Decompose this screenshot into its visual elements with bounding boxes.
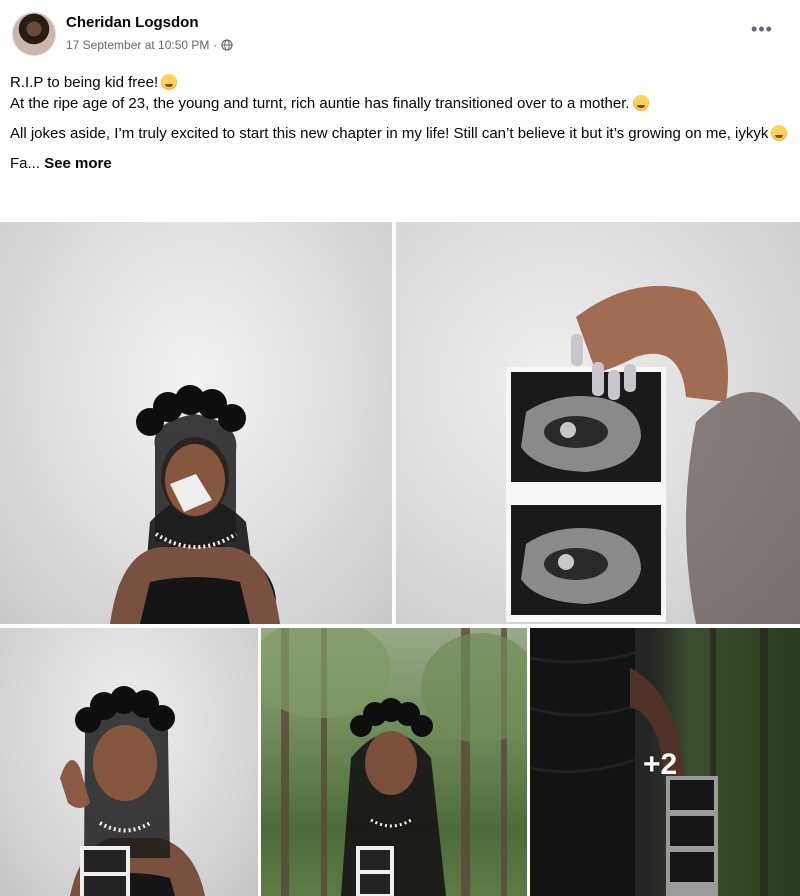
post-line-1: R.I.P to being kid free! bbox=[10, 74, 159, 91]
author-name[interactable]: Cheridan Logsdon bbox=[66, 14, 199, 31]
photo-1-illustration bbox=[110, 385, 280, 624]
globe-icon bbox=[221, 39, 234, 51]
post-header: Cheridan Logsdon 17 September at 10:50 P… bbox=[0, 0, 800, 64]
photo-woman-with-ultrasound[interactable] bbox=[0, 628, 258, 896]
more-photos-count[interactable]: +2 bbox=[643, 748, 677, 782]
photo-woman-veil-forest[interactable] bbox=[261, 628, 527, 896]
post-line-2: At the ripe age of 23, the young and tur… bbox=[10, 95, 630, 112]
photo-woman-crying-veil[interactable] bbox=[0, 222, 392, 624]
meta-separator: · bbox=[213, 38, 218, 52]
photo-3-illustration bbox=[60, 686, 205, 896]
grimacing-face-emoji-icon bbox=[632, 95, 649, 111]
post-body: R.I.P to being kid free! At the ripe age… bbox=[10, 72, 790, 183]
post-paragraph-1: R.I.P to being kid free! At the ripe age… bbox=[10, 72, 790, 114]
post-paragraph-3: Fa... See more bbox=[10, 153, 790, 174]
author-avatar[interactable] bbox=[12, 12, 56, 56]
rofl-emoji-icon bbox=[771, 125, 788, 141]
photo-holding-ultrasound[interactable] bbox=[396, 222, 800, 624]
post-timestamp[interactable]: 17 September at 10:50 PM bbox=[66, 38, 209, 52]
photo-2-illustration bbox=[506, 285, 800, 624]
crying-face-emoji-icon bbox=[161, 74, 178, 90]
post-paragraph-2-text: All jokes aside, I’m truly excited to st… bbox=[10, 125, 769, 142]
more-photos-overlay[interactable]: +2 bbox=[530, 628, 800, 896]
see-more-link[interactable]: See more bbox=[44, 155, 112, 172]
post-meta: 17 September at 10:50 PM · bbox=[66, 38, 234, 52]
post-paragraph-2: All jokes aside, I’m truly excited to st… bbox=[10, 123, 790, 144]
post-truncated-text: Fa... bbox=[10, 155, 41, 172]
more-options-icon[interactable]: ••• bbox=[746, 18, 778, 42]
photo-4-illustration bbox=[261, 628, 527, 896]
